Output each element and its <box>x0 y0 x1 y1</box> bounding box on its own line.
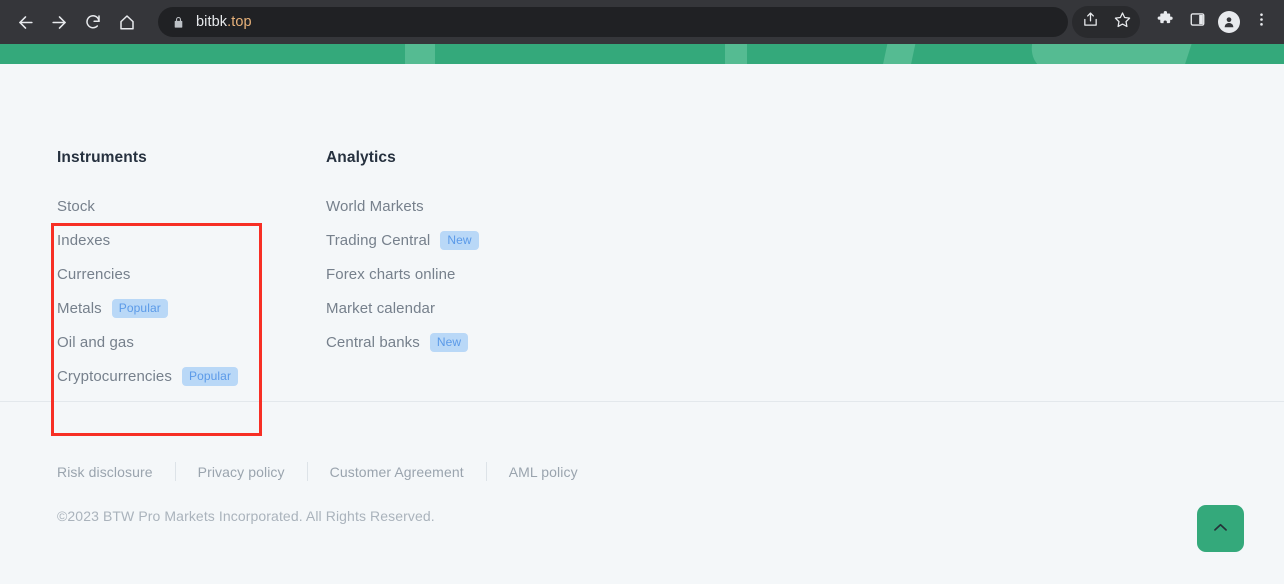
band-stripe <box>881 44 917 64</box>
footer-nav-columns: Instruments Stock Indexes Currencies Met… <box>57 149 479 393</box>
column-instruments: Instruments Stock Indexes Currencies Met… <box>57 149 326 393</box>
footer-divider <box>0 401 1284 402</box>
instruments-link-list: Stock Indexes Currencies Metals Popular … <box>57 189 326 393</box>
star-icon <box>1114 11 1131 33</box>
puzzle-piece-icon <box>1156 10 1174 34</box>
extensions-button[interactable] <box>1149 6 1181 38</box>
list-item[interactable]: Currencies <box>57 257 326 291</box>
footer-separator <box>485 462 487 481</box>
lock-icon <box>172 16 185 29</box>
link-label: Indexes <box>57 231 111 249</box>
side-panel-button[interactable] <box>1181 6 1213 38</box>
list-item[interactable]: Cryptocurrencies Popular <box>57 359 326 393</box>
footer-separator <box>306 462 308 481</box>
navigation-buttons <box>0 5 144 39</box>
footer-link-aml-policy[interactable]: AML policy <box>509 464 578 480</box>
list-item[interactable]: World Markets <box>326 189 479 223</box>
three-dot-menu-icon <box>1253 11 1270 33</box>
band-stripe <box>1022 44 1194 64</box>
profile-avatar-icon <box>1218 11 1240 33</box>
reload-icon <box>84 13 102 31</box>
link-label: Market calendar <box>326 299 436 317</box>
browser-toolbar: bitbk.top <box>0 0 1284 44</box>
site-green-band <box>0 44 1284 64</box>
column-analytics: Analytics World Markets Trading Central … <box>326 149 479 393</box>
arrow-right-icon <box>50 13 69 32</box>
list-item[interactable]: Metals Popular <box>57 291 326 325</box>
list-item[interactable]: Oil and gas <box>57 325 326 359</box>
home-button[interactable] <box>110 5 144 39</box>
address-bar[interactable]: bitbk.top <box>158 7 1068 37</box>
list-item[interactable]: Indexes <box>57 223 326 257</box>
list-item[interactable]: Stock <box>57 189 326 223</box>
profile-button[interactable] <box>1213 6 1245 38</box>
link-label: Stock <box>57 197 96 215</box>
analytics-link-list: World Markets Trading Central New Forex … <box>326 189 479 359</box>
reload-button[interactable] <box>76 5 110 39</box>
footer-link-risk-disclosure[interactable]: Risk disclosure <box>57 464 153 480</box>
link-label: Oil and gas <box>57 333 134 351</box>
page-content: Instruments Stock Indexes Currencies Met… <box>0 64 1284 584</box>
side-panel-icon <box>1189 11 1206 33</box>
share-icon <box>1082 11 1099 33</box>
share-bookmark-group <box>1072 6 1140 38</box>
link-label: Metals <box>57 299 102 317</box>
link-label: World Markets <box>326 197 424 215</box>
status-badge: Popular <box>181 366 239 386</box>
forward-button[interactable] <box>42 5 76 39</box>
footer-link-customer-agreement[interactable]: Customer Agreement <box>330 464 464 480</box>
link-label: Cryptocurrencies <box>57 367 172 385</box>
footer-separator <box>174 462 176 481</box>
arrow-left-icon <box>16 13 35 32</box>
list-item[interactable]: Market calendar <box>326 291 479 325</box>
url-domain: bitbk <box>196 14 228 30</box>
list-item[interactable]: Central banks New <box>326 325 479 359</box>
list-item[interactable]: Forex charts online <box>326 257 479 291</box>
chevron-up-icon <box>1211 518 1230 540</box>
link-label: Trading Central <box>326 231 431 249</box>
toolbar-actions <box>1072 6 1284 38</box>
status-badge: New <box>429 332 469 352</box>
back-button[interactable] <box>8 5 42 39</box>
column-title-analytics: Analytics <box>326 149 396 166</box>
bookmark-button[interactable] <box>1106 6 1138 38</box>
status-badge: Popular <box>111 298 168 318</box>
scroll-to-top-button[interactable] <box>1197 505 1244 552</box>
link-label: Currencies <box>57 265 131 283</box>
status-badge: New <box>440 230 479 250</box>
share-button[interactable] <box>1074 6 1106 38</box>
footer-link-privacy-policy[interactable]: Privacy policy <box>198 464 285 480</box>
list-item[interactable]: Trading Central New <box>326 223 479 257</box>
footer-links: Risk disclosure Privacy policy Customer … <box>57 462 578 481</box>
url-text: bitbk.top <box>196 14 252 30</box>
browser-menu-button[interactable] <box>1245 6 1277 38</box>
home-icon <box>118 13 136 31</box>
link-label: Forex charts online <box>326 265 456 283</box>
copyright-text: ©2023 BTW Pro Markets Incorporated. All … <box>57 508 435 524</box>
band-stripe <box>405 44 435 64</box>
band-stripe <box>725 44 747 64</box>
link-label: Central banks <box>326 333 420 351</box>
url-tld: .top <box>227 14 252 30</box>
column-title-instruments: Instruments <box>57 149 147 166</box>
